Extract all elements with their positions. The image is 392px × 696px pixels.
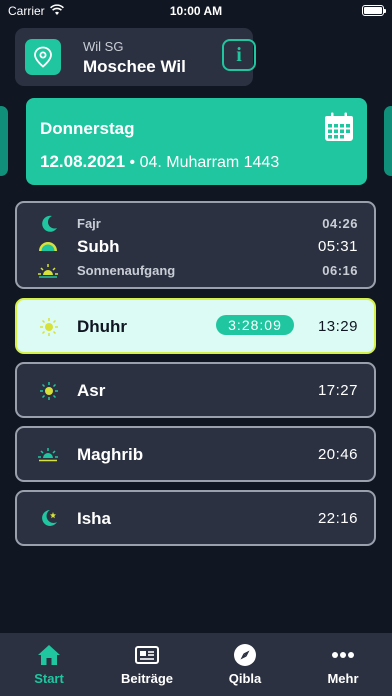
newspaper-icon (135, 646, 159, 664)
location-pin-icon (25, 39, 61, 75)
prayer-name-maghrib: Maghrib (77, 445, 144, 464)
prayer-time-asr: 17:27 (317, 382, 358, 399)
moon-star-icon (42, 510, 57, 526)
prayer-row-dhuhr[interactable]: Dhuhr 3:28:09 13:29 (15, 298, 376, 354)
more-icon (332, 652, 354, 658)
prayer-row-asr[interactable]: Asr 17:27 (15, 362, 376, 418)
date-separator: • (125, 154, 140, 171)
tab-start[interactable]: Start (0, 633, 98, 696)
date-line: 12.08.2021 • 04. Muharram 1443 (40, 152, 279, 172)
hijri-date: 04. Muharram 1443 (139, 154, 280, 171)
calendar-icon[interactable] (324, 112, 354, 142)
prayer-time-subh: 05:31 (317, 238, 358, 255)
location-card[interactable]: Wil SG Moschee Wil i (15, 28, 256, 86)
clock: 10:00 AM (169, 4, 223, 18)
prayer-row-isha[interactable]: Isha 22:16 (15, 490, 376, 546)
tab-label: Qibla (228, 671, 262, 686)
sun-icon (40, 318, 58, 336)
info-button[interactable]: i (222, 39, 256, 71)
prayer-time-dhuhr: 13:29 (317, 318, 358, 335)
sun-icon (40, 382, 58, 400)
city-label: Wil SG (83, 39, 124, 54)
mosque-name: Moschee Wil (83, 57, 186, 76)
prayer-time-maghrib: 20:46 (317, 446, 358, 463)
status-bar: Carrier 10:00 AM (0, 0, 392, 22)
tab-qibla[interactable]: Qibla (196, 633, 294, 696)
gregorian-date: 12.08.2021 (40, 152, 126, 171)
sunset-icon (38, 448, 58, 462)
next-day-card[interactable] (384, 106, 392, 176)
prayer-name-subh: Subh (77, 237, 120, 256)
countdown-badge: 3:28:09 (216, 315, 294, 335)
previous-day-card[interactable] (0, 106, 8, 176)
home-icon (38, 645, 60, 665)
prayer-name-dhuhr: Dhuhr (77, 317, 128, 336)
compass-icon (234, 644, 256, 666)
prayer-time-sunrise: 06:16 (322, 263, 358, 278)
date-card[interactable]: Donnerstag 12.08.2021 • 04. Muharram 144… (26, 98, 367, 185)
sunrise-icon (38, 264, 58, 278)
prayer-name-fajr: Fajr (77, 216, 101, 231)
prayer-time-isha: 22:16 (317, 510, 358, 527)
weekday: Donnerstag (40, 119, 135, 138)
crescent-moon-icon (42, 215, 57, 232)
tab-bar: Start Beiträge Qibla Mehr (0, 633, 392, 696)
prayer-row-maghrib[interactable]: Maghrib 20:46 (15, 426, 376, 482)
tab-label: Start (34, 671, 64, 686)
prayer-name-isha: Isha (77, 509, 112, 528)
morning-prayers-card[interactable]: Fajr 04:26 Subh 05:31 Sonnenaufgang 06:1… (15, 201, 376, 289)
tab-beitraege[interactable]: Beiträge (98, 633, 196, 696)
tab-label: Mehr (327, 671, 359, 686)
prayer-name-asr: Asr (77, 381, 106, 400)
dawn-icon (39, 242, 57, 251)
prayer-time-fajr: 04:26 (322, 216, 358, 231)
tab-mehr[interactable]: Mehr (294, 633, 392, 696)
tab-label: Beiträge (120, 671, 174, 686)
battery-icon (362, 5, 386, 16)
prayer-name-sunrise: Sonnenaufgang (77, 263, 176, 278)
